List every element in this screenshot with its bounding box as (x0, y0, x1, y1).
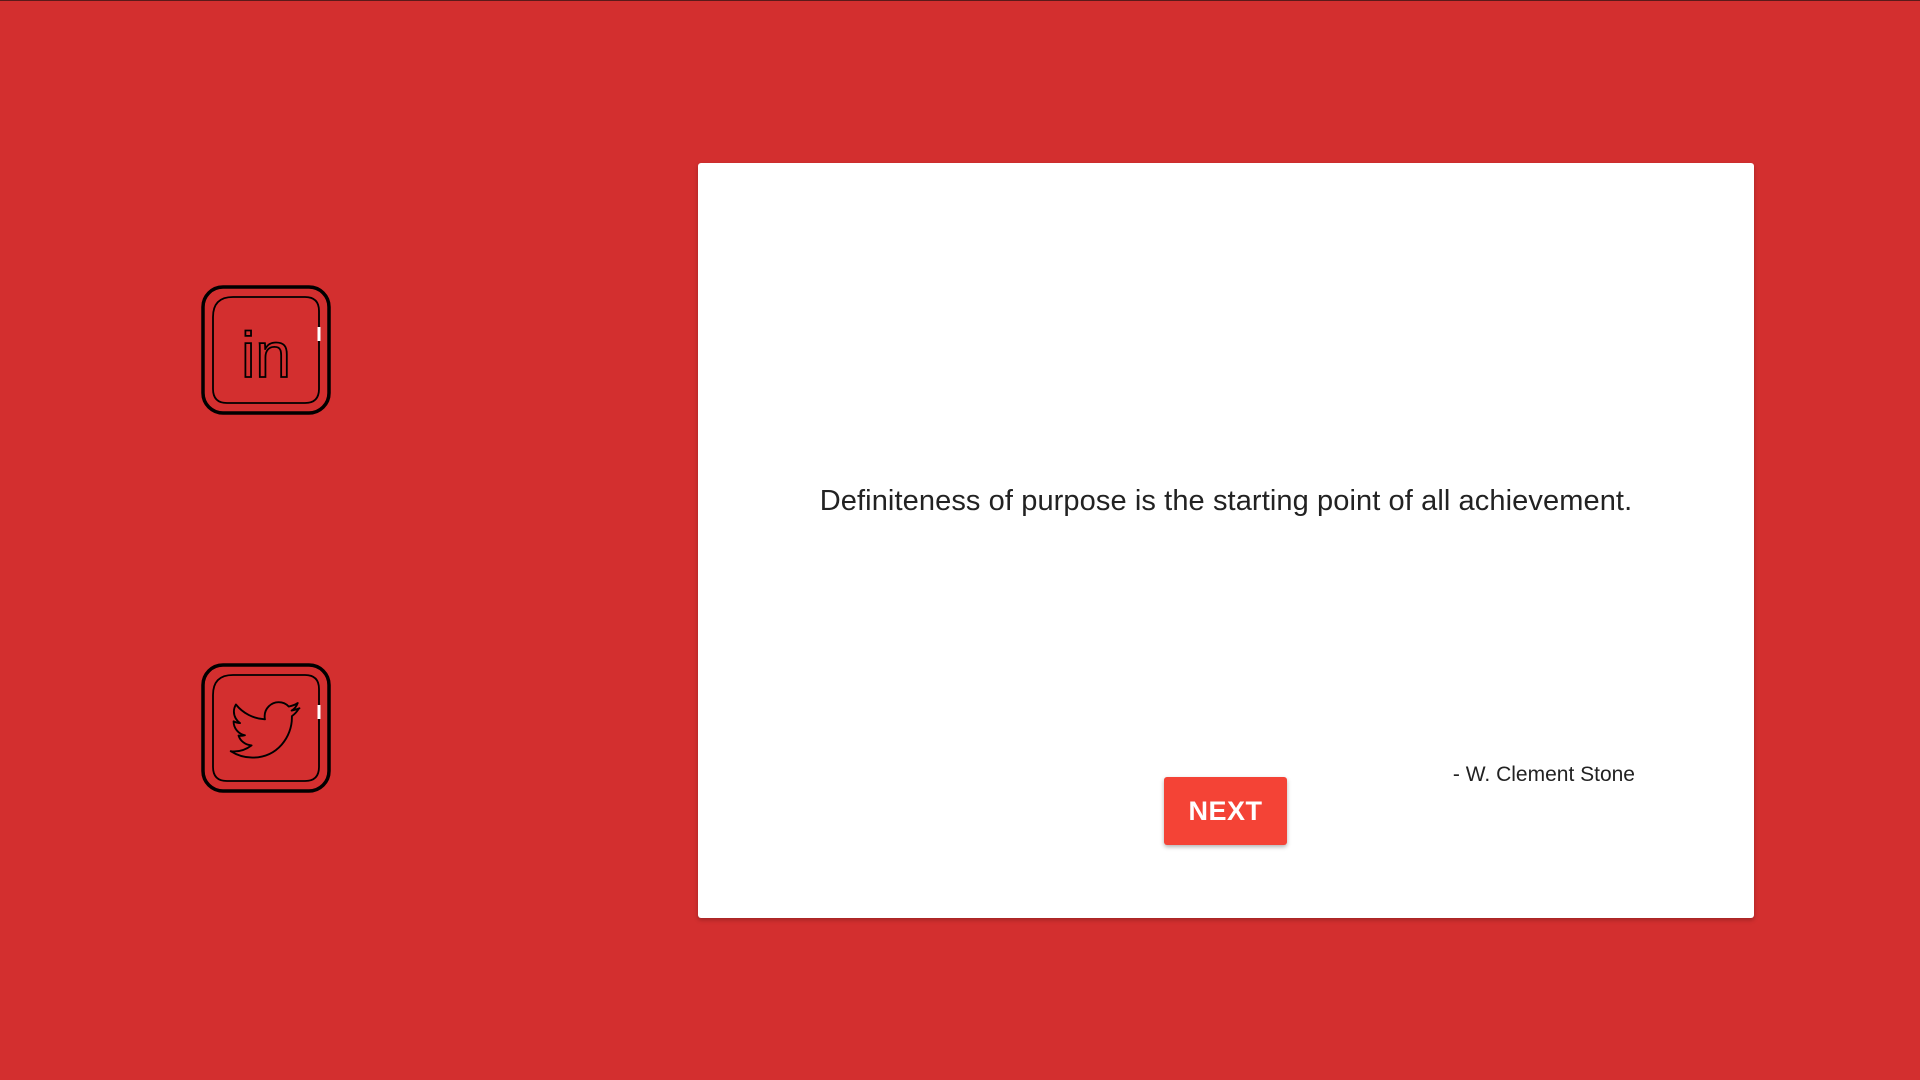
linkedin-share-link[interactable]: in (201, 285, 331, 415)
quote-text: Definiteness of purpose is the starting … (819, 485, 1633, 517)
quote-card: Definiteness of purpose is the starting … (698, 163, 1754, 918)
linkedin-icon: in (201, 285, 331, 415)
next-quote-button[interactable]: NEXT (1164, 777, 1287, 845)
linkedin-icon-label: in (241, 319, 291, 391)
twitter-icon (201, 663, 331, 793)
top-border (0, 0, 1920, 1)
twitter-share-link[interactable] (201, 663, 331, 793)
quote-author: - W. Clement Stone (1452, 763, 1635, 786)
